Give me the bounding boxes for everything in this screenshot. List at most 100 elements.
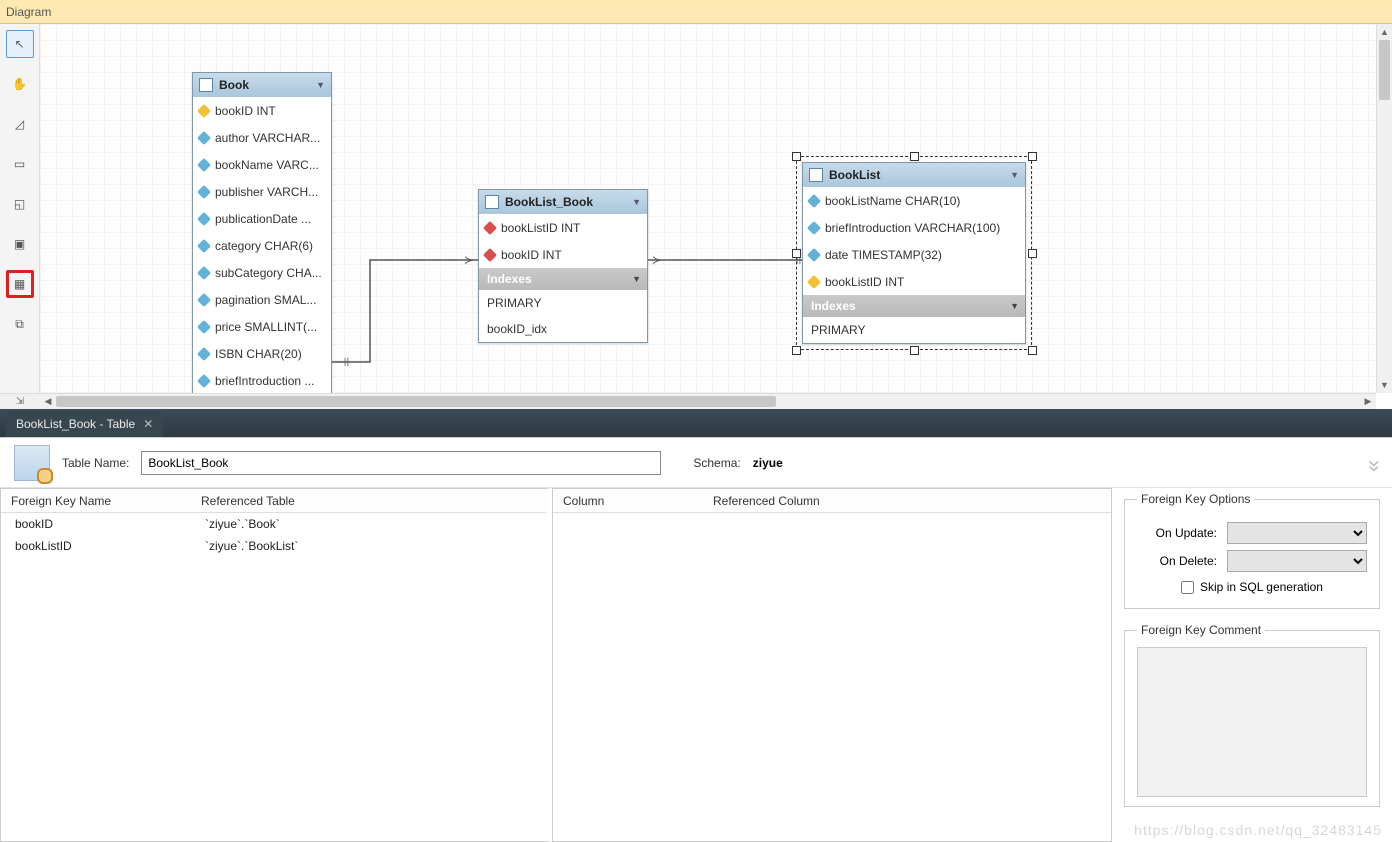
column-text: author VARCHAR...	[215, 131, 320, 145]
svg-text:≻: ≻	[652, 253, 662, 267]
foreign-key-icon	[483, 220, 497, 234]
vertical-scrollbar[interactable]: ▲ ▼	[1376, 24, 1392, 393]
scroll-up-icon[interactable]: ▲	[1377, 25, 1392, 39]
on-update-select[interactable]	[1227, 522, 1367, 544]
fk-row[interactable]: bookID`ziyue`.`Book`	[1, 513, 546, 535]
column-row[interactable]: price SMALLINT(...	[193, 313, 331, 340]
ertable-header[interactable]: Book ▼	[193, 73, 331, 97]
column-row[interactable]: briefIntroduction VARCHAR(100)	[803, 214, 1025, 241]
skip-sql-label: Skip in SQL generation	[1200, 580, 1323, 594]
column-row[interactable]: subCategory CHA...	[193, 259, 331, 286]
indexes-section[interactable]: Indexes▼	[803, 295, 1025, 317]
vscroll-thumb[interactable]	[1379, 40, 1390, 100]
column-row[interactable]: pagination SMAL...	[193, 286, 331, 313]
ertable-booklist[interactable]: BookList▼bookListName CHAR(10)briefIntro…	[802, 162, 1026, 344]
column-row[interactable]: briefIntroduction ...	[193, 367, 331, 394]
selection-handle[interactable]	[910, 346, 919, 355]
table-name-input[interactable]	[141, 451, 661, 475]
selection-handle[interactable]	[792, 152, 801, 161]
tab-label: BookList_Book - Table	[16, 417, 135, 431]
chevron-down-icon[interactable]: ▼	[1010, 170, 1019, 180]
column-row[interactable]: category CHAR(6)	[193, 232, 331, 259]
column-row[interactable]: bookID INT	[479, 241, 647, 268]
fk-options-legend: Foreign Key Options	[1137, 492, 1254, 506]
scroll-down-icon[interactable]: ▼	[1377, 378, 1392, 392]
selection-handle[interactable]	[1028, 346, 1037, 355]
selection-handle[interactable]	[1028, 249, 1037, 258]
editor-body: Foreign Key Name Referenced Table bookID…	[0, 488, 1392, 842]
selection-handle[interactable]	[792, 249, 801, 258]
chevron-down-icon[interactable]: ▼	[632, 197, 641, 207]
tool-eraser[interactable]: ◿	[6, 110, 34, 138]
tool-hand[interactable]: ✋	[6, 70, 34, 98]
table-glyph-icon	[199, 78, 213, 92]
schema-value: ziyue	[753, 456, 783, 470]
fk-comment-textarea[interactable]	[1137, 647, 1367, 797]
column-row[interactable]: publisher VARCH...	[193, 178, 331, 205]
column-row[interactable]: publicationDate ...	[193, 205, 331, 232]
column-text: briefIntroduction ...	[215, 374, 314, 388]
workspace: ↖✋◿▭◱▣▦⧉ ⊣⊢ ≻ ≻ ⊣⊢ Book▼bookID INTauthor…	[0, 24, 1392, 409]
table-glyph-icon	[809, 168, 823, 182]
column-row[interactable]: bookListID INT	[803, 268, 1025, 295]
column-text: publisher VARCH...	[215, 185, 318, 199]
column-row[interactable]: bookListName CHAR(10)	[803, 187, 1025, 214]
expand-chevron-icon[interactable]: »	[1362, 459, 1388, 465]
column-row[interactable]: bookListID INT	[479, 214, 647, 241]
column-row[interactable]: date TIMESTAMP(32)	[803, 241, 1025, 268]
chevron-down-icon[interactable]: ▼	[632, 274, 641, 284]
ertable-title: Book	[219, 78, 249, 92]
chevron-down-icon[interactable]: ▼	[316, 80, 325, 90]
hscroll-thumb[interactable]	[56, 396, 776, 407]
table-icon	[14, 445, 50, 481]
tool-image[interactable]: ▣	[6, 230, 34, 258]
diagram-canvas[interactable]: ⊣⊢ ≻ ≻ ⊣⊢ Book▼bookID INTauthor VARCHAR.…	[40, 24, 1376, 393]
selection-handle[interactable]	[792, 346, 801, 355]
on-delete-label: On Delete:	[1160, 554, 1217, 568]
scroll-left-icon[interactable]: ◀	[41, 394, 55, 409]
column-text: price SMALLINT(...	[215, 320, 317, 334]
column-icon	[807, 220, 821, 234]
svg-text:⊣⊢: ⊣⊢	[336, 355, 357, 369]
close-icon[interactable]: ✕	[143, 417, 153, 431]
on-delete-select[interactable]	[1227, 550, 1367, 572]
column-row[interactable]: ISBN CHAR(20)	[193, 340, 331, 367]
tool-rect[interactable]: ▭	[6, 150, 34, 178]
skip-sql-checkbox[interactable]	[1181, 581, 1194, 594]
horizontal-scrollbar[interactable]: ◀ ▶	[40, 393, 1376, 409]
on-update-label: On Update:	[1156, 526, 1217, 540]
index-row[interactable]: PRIMARY	[803, 317, 1025, 343]
column-row[interactable]: author VARCHAR...	[193, 124, 331, 151]
indexes-section[interactable]: Indexes▼	[479, 268, 647, 290]
selection-handle[interactable]	[910, 152, 919, 161]
column-row[interactable]: bookID INT	[193, 97, 331, 124]
ertable-blbook[interactable]: BookList_Book ▼ bookListID INTbookID INTIn…	[478, 189, 648, 343]
fk-row[interactable]: bookListID`ziyue`.`BookList`	[1, 535, 546, 557]
tool-pointer[interactable]: ↖	[6, 30, 34, 58]
ertable-title: BookList_Book	[505, 195, 593, 209]
diagram-title: Diagram	[6, 5, 51, 19]
fk-comment-fieldset: Foreign Key Comment	[1124, 623, 1380, 807]
tool-layer[interactable]: ◱	[6, 190, 34, 218]
ertable-header[interactable]: BookList▼	[803, 163, 1025, 187]
column-icon	[807, 247, 821, 261]
chevron-down-icon[interactable]: ▼	[1010, 301, 1019, 311]
selection-handle[interactable]	[1028, 152, 1037, 161]
foreign-key-grid[interactable]: Foreign Key Name Referenced Table bookID…	[0, 488, 552, 842]
index-row[interactable]: PRIMARY	[479, 290, 647, 316]
column-icon	[197, 211, 211, 225]
scroll-right-icon[interactable]: ▶	[1361, 394, 1375, 409]
tab-booklistbook[interactable]: BookList_Book - Table ✕	[6, 411, 163, 437]
col-grid-header: Column Referenced Column	[553, 489, 1111, 513]
tool-copy[interactable]: ⧉	[6, 310, 34, 338]
index-row[interactable]: bookID_idx	[479, 316, 647, 342]
column-row[interactable]: bookName VARC...	[193, 151, 331, 178]
tool-table[interactable]: ▦	[6, 270, 34, 298]
scroll-corner: ⇲	[0, 393, 40, 409]
ertable-book[interactable]: Book ▼ bookID INT author VARCHAR... bookName…	[192, 72, 332, 395]
fk-col-name: Foreign Key Name	[1, 494, 191, 508]
fk-options-fieldset: Foreign Key Options On Update: On Delete…	[1124, 492, 1380, 609]
column-grid[interactable]: Column Referenced Column	[552, 488, 1112, 842]
column-icon	[197, 184, 211, 198]
ertable-header[interactable]: BookList_Book ▼	[479, 190, 647, 214]
